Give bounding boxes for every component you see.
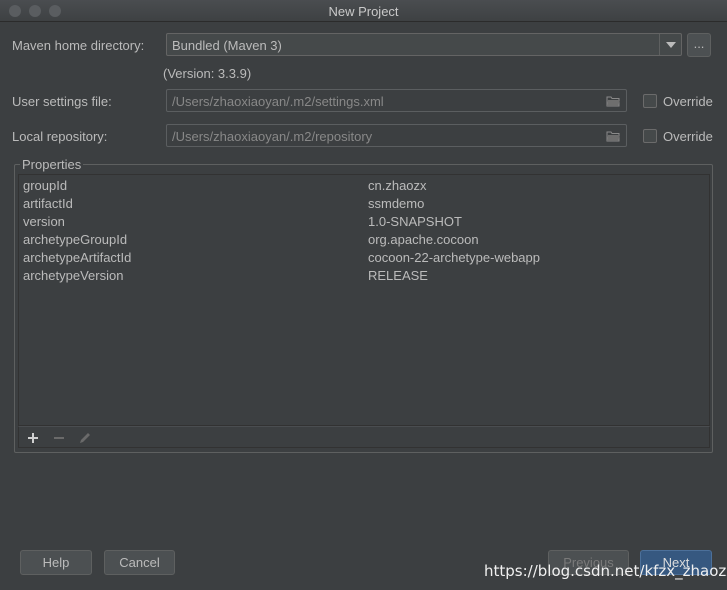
- property-value[interactable]: ssmdemo: [368, 196, 424, 211]
- property-key: groupId: [23, 178, 68, 193]
- table-row[interactable]: archetypeVersion RELEASE: [19, 266, 709, 284]
- cancel-button[interactable]: Cancel: [104, 550, 175, 575]
- maven-home-label: Maven home directory:: [12, 38, 145, 53]
- property-value[interactable]: cn.zhaozx: [368, 178, 427, 193]
- table-row[interactable]: archetypeGroupId org.apache.cocoon: [19, 230, 709, 248]
- maven-home-combo[interactable]: Bundled (Maven 3): [166, 33, 682, 56]
- local-repository-field[interactable]: /Users/zhaoxiaoyan/.m2/repository: [166, 124, 627, 147]
- local-repository-value: /Users/zhaoxiaoyan/.m2/repository: [172, 129, 373, 144]
- title-bar: New Project: [0, 0, 727, 22]
- property-key: archetypeGroupId: [23, 232, 128, 247]
- property-key: artifactId: [23, 196, 73, 211]
- chevron-down-icon[interactable]: [659, 34, 681, 55]
- property-key: version: [23, 214, 65, 229]
- user-settings-field[interactable]: /Users/zhaoxiaoyan/.m2/settings.xml: [166, 89, 627, 112]
- folder-icon[interactable]: [606, 95, 621, 107]
- plus-icon[interactable]: [25, 430, 41, 446]
- property-key: archetypeArtifactId: [23, 250, 132, 265]
- folder-icon[interactable]: [606, 130, 621, 142]
- browse-maven-home-button[interactable]: ...: [687, 33, 711, 57]
- maven-home-value: Bundled (Maven 3): [172, 38, 282, 53]
- table-row[interactable]: artifactId ssmdemo: [19, 194, 709, 212]
- pencil-icon[interactable]: [77, 430, 93, 446]
- table-row[interactable]: groupId cn.zhaozx: [19, 176, 709, 194]
- property-value[interactable]: org.apache.cocoon: [368, 232, 479, 247]
- table-row[interactable]: archetypeArtifactId cocoon-22-archetype-…: [19, 248, 709, 266]
- window-title: New Project: [328, 4, 399, 19]
- property-value[interactable]: 1.0-SNAPSHOT: [368, 214, 462, 229]
- user-settings-override-label: Override: [663, 94, 713, 109]
- property-value[interactable]: RELEASE: [368, 268, 428, 283]
- properties-title: Properties: [20, 157, 84, 172]
- local-repository-label: Local repository:: [12, 129, 108, 144]
- maven-version-text: (Version: 3.3.9): [163, 66, 252, 81]
- watermark-text: https://blog.csdn.net/kfzx_zhaozx: [484, 562, 727, 580]
- table-row[interactable]: version 1.0-SNAPSHOT: [19, 212, 709, 230]
- properties-toolbar: [18, 426, 710, 448]
- properties-table[interactable]: groupId cn.zhaozx artifactId ssmdemo ver…: [18, 174, 710, 426]
- property-value[interactable]: cocoon-22-archetype-webapp: [368, 250, 540, 265]
- user-settings-value: /Users/zhaoxiaoyan/.m2/settings.xml: [172, 94, 384, 109]
- help-button[interactable]: Help: [20, 550, 92, 575]
- local-repository-override-checkbox[interactable]: [643, 129, 657, 143]
- property-key: archetypeVersion: [23, 268, 124, 283]
- user-settings-override-checkbox[interactable]: [643, 94, 657, 108]
- minus-icon[interactable]: [51, 430, 67, 446]
- local-repository-override-label: Override: [663, 129, 713, 144]
- user-settings-label: User settings file:: [12, 94, 112, 109]
